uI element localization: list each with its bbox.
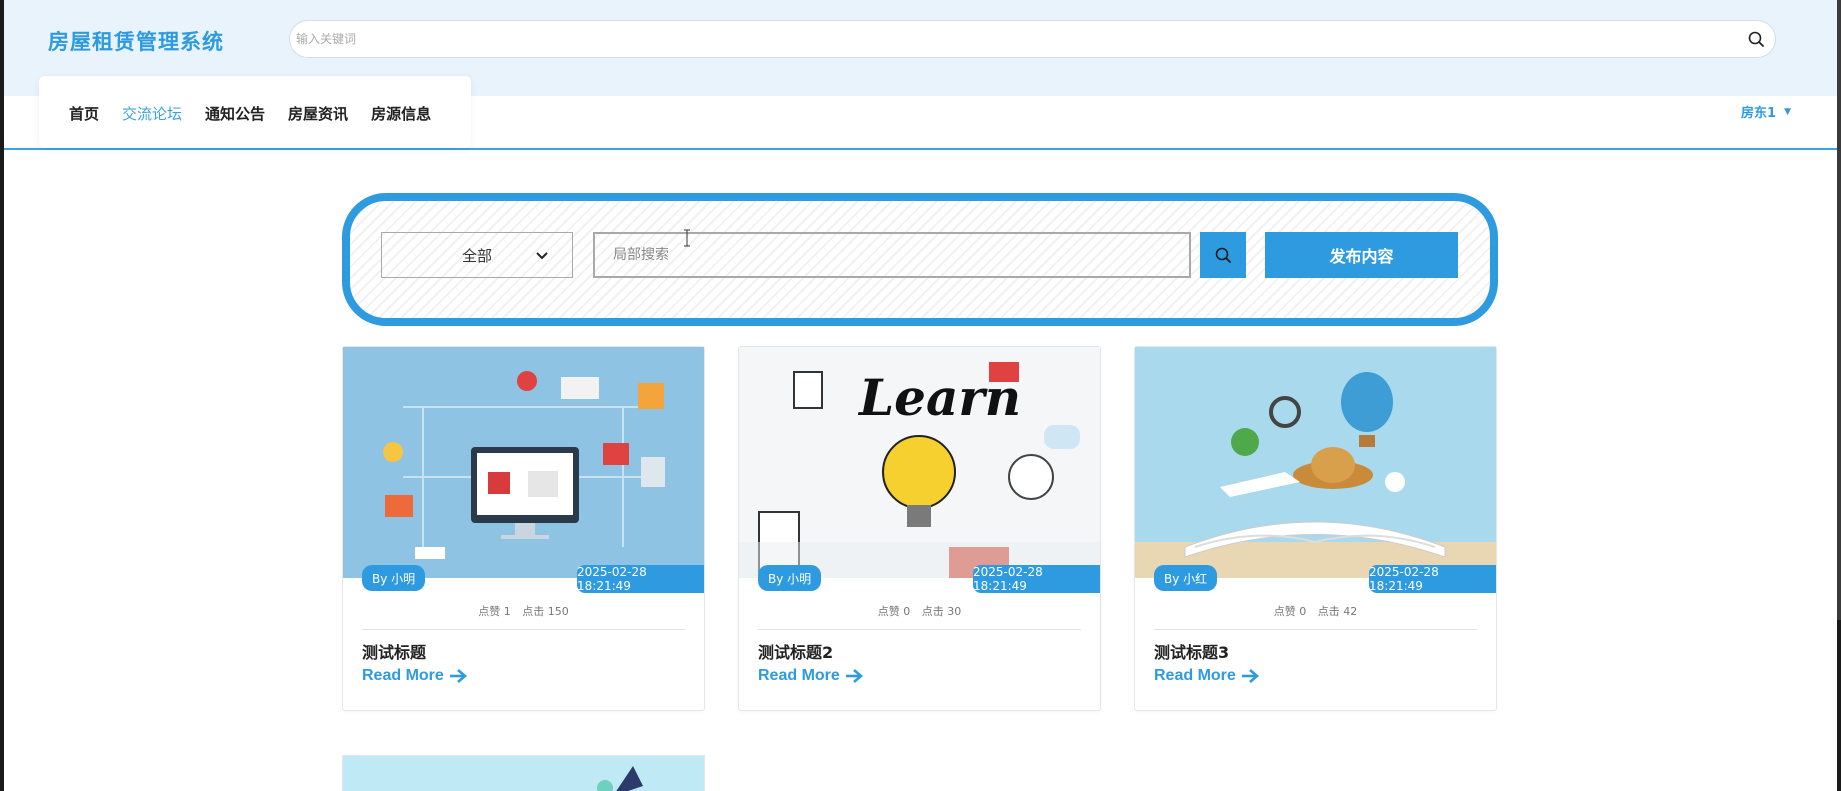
search-icon[interactable] xyxy=(1747,30,1765,48)
post-thumbnail[interactable] xyxy=(1135,347,1496,578)
arrow-right-icon xyxy=(449,669,467,683)
post-card[interactable]: Learn By 小明 2025-02-28 18:21:49 点赞 0 点击 … xyxy=(738,346,1101,711)
date-badge: 2025-02-28 18:21:49 xyxy=(1369,565,1496,593)
scrollbar-track[interactable] xyxy=(1837,0,1841,791)
caret-down-icon[interactable]: ▼ xyxy=(1784,107,1791,117)
post-stats: 点赞 0 点击 30 xyxy=(739,603,1100,619)
date-badge: 2025-02-28 18:21:49 xyxy=(577,565,704,593)
travel-book-illustration xyxy=(1135,347,1496,578)
user-menu[interactable]: 房东1 ▼ xyxy=(1741,102,1791,121)
category-select[interactable]: 全部 xyxy=(381,232,573,278)
clicks-count: 点击 30 xyxy=(921,605,962,618)
user-name[interactable]: 房东1 xyxy=(1741,102,1776,121)
post-stats: 点赞 0 点击 42 xyxy=(1135,603,1496,619)
post-title[interactable]: 测试标题3 xyxy=(1154,639,1229,663)
read-more-label: Read More xyxy=(758,667,840,684)
clicks-count: 点击 42 xyxy=(1317,605,1358,618)
post-title[interactable]: 测试标题2 xyxy=(758,639,833,663)
scrollbar-thumb[interactable] xyxy=(1837,0,1841,620)
nav-item-news[interactable]: 房屋资讯 xyxy=(288,103,348,124)
chevron-down-icon[interactable] xyxy=(534,248,550,264)
global-search-input[interactable] xyxy=(296,27,1716,51)
divider xyxy=(758,629,1081,630)
author-badge: By 小明 xyxy=(362,565,426,591)
post-thumbnail[interactable] xyxy=(343,756,705,791)
category-select-value: 全部 xyxy=(461,246,492,265)
divider xyxy=(362,629,685,630)
divider xyxy=(1154,629,1477,630)
search-button[interactable] xyxy=(1200,232,1246,278)
search-icon xyxy=(1215,247,1231,263)
filter-panel: 全部 发布内容 xyxy=(342,193,1498,326)
text-cursor-icon xyxy=(684,229,690,247)
author-badge: By 小明 xyxy=(758,565,822,591)
read-more-label: Read More xyxy=(1154,667,1236,684)
publish-button[interactable]: 发布内容 xyxy=(1265,232,1458,278)
post-card[interactable]: By 小红 2025-02-28 18:21:49 点赞 0 点击 42 测试标… xyxy=(1134,346,1497,711)
read-more-link[interactable]: Read More xyxy=(758,667,863,685)
read-more-label: Read More xyxy=(362,667,444,684)
author-badge: By 小红 xyxy=(1154,565,1218,591)
likes-count: 点赞 0 xyxy=(877,605,911,618)
nav-item-notice[interactable]: 通知公告 xyxy=(205,103,265,124)
post-thumbnail[interactable]: Learn xyxy=(739,347,1100,578)
arrow-right-icon xyxy=(845,669,863,683)
post-card[interactable]: By 小明 2025-02-28 18:21:49 点赞 1 点击 150 测试… xyxy=(342,346,705,711)
nav-menu: 首页 交流论坛 通知公告 房屋资讯 房源信息 xyxy=(39,76,471,148)
post-stats: 点赞 1 点击 150 xyxy=(343,603,704,619)
nav-item-home[interactable]: 首页 xyxy=(69,103,99,124)
likes-count: 点赞 0 xyxy=(1273,605,1307,618)
nav-item-listings[interactable]: 房源信息 xyxy=(371,103,431,124)
likes-count: 点赞 1 xyxy=(478,605,511,618)
read-more-link[interactable]: Read More xyxy=(362,667,467,685)
arrow-right-icon xyxy=(1241,669,1259,683)
date-badge: 2025-02-28 18:21:49 xyxy=(973,565,1100,593)
post-title[interactable]: 测试标题 xyxy=(362,639,426,663)
navbar: 首页 交流论坛 通知公告 房屋资讯 房源信息 房东1 ▼ xyxy=(4,76,1837,150)
brand-title[interactable]: 房屋租赁管理系统 xyxy=(48,26,224,56)
nav-item-forum[interactable]: 交流论坛 xyxy=(122,103,182,124)
ecommerce-illustration xyxy=(343,347,704,578)
clicks-count: 点击 150 xyxy=(522,605,569,618)
global-search[interactable] xyxy=(289,20,1776,58)
post-card[interactable] xyxy=(342,755,705,791)
read-more-link[interactable]: Read More xyxy=(1154,667,1259,685)
post-thumbnail[interactable] xyxy=(343,347,704,578)
learn-illustration: Learn xyxy=(739,347,1100,578)
